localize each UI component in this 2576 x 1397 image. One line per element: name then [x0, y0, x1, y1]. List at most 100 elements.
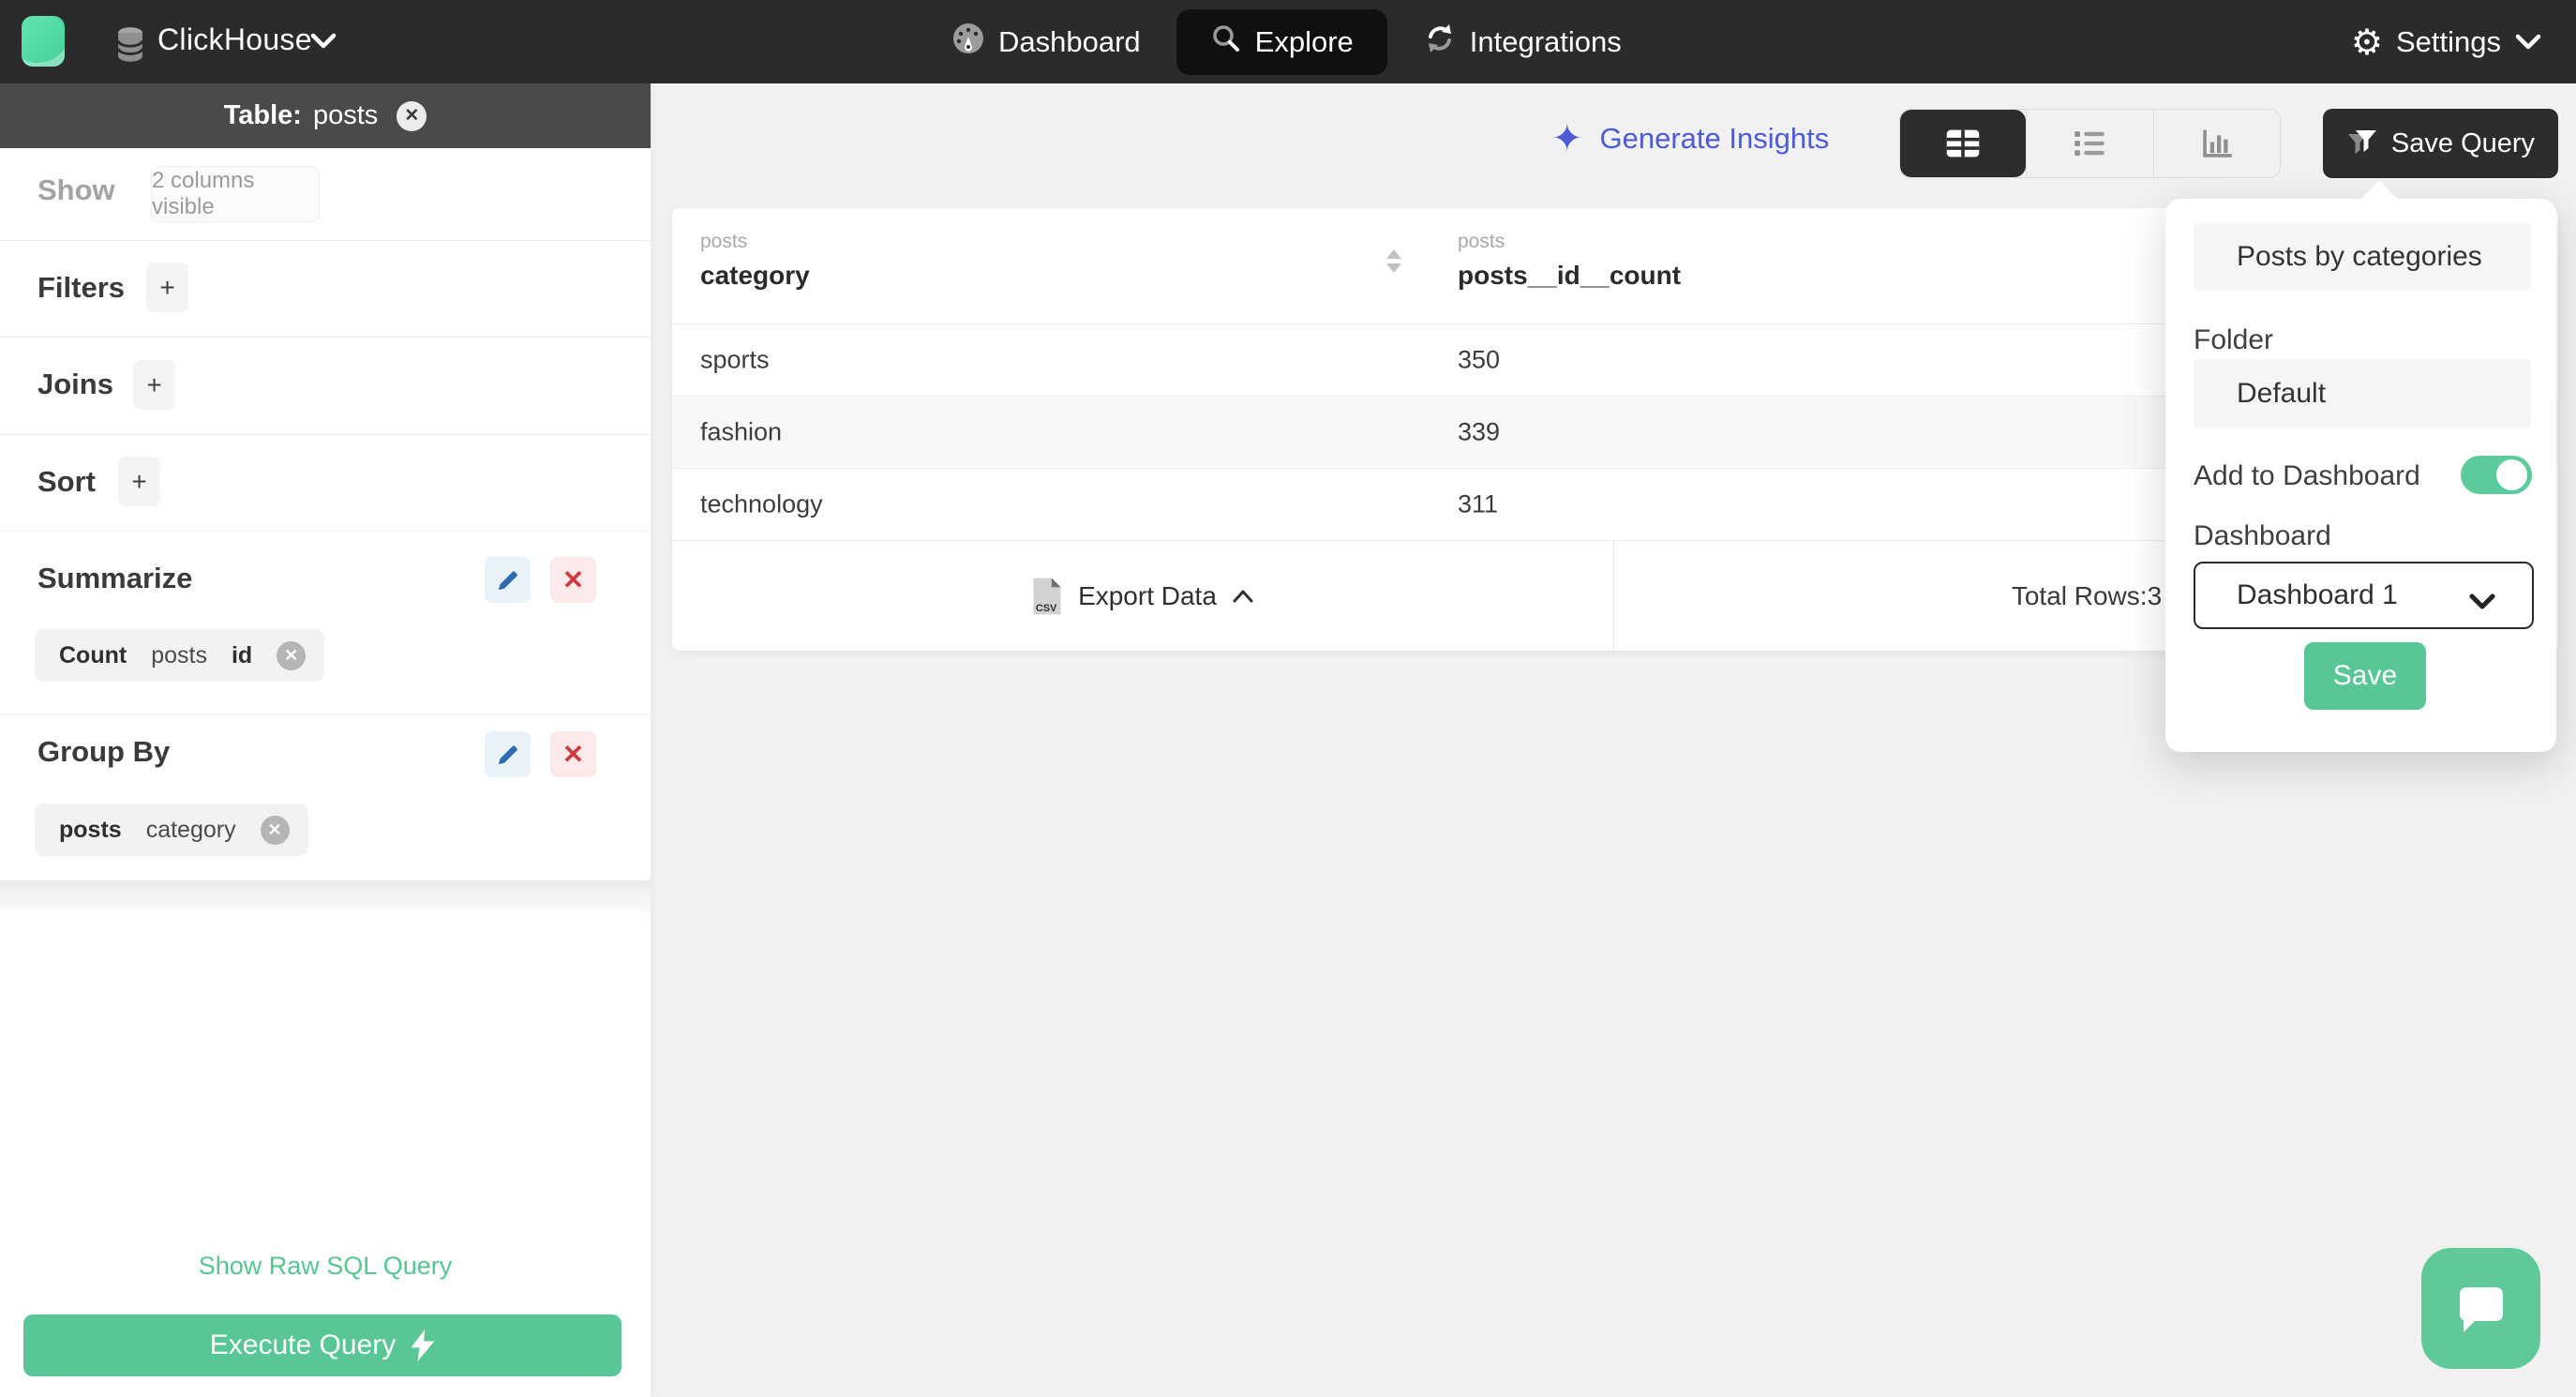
- query-builder-sidebar: Table: posts ✕ Show 2 columns visible Fi…: [0, 83, 651, 1397]
- chart-view-button[interactable]: [2152, 110, 2280, 177]
- columns-visible-chip[interactable]: 2 columns visible: [151, 166, 320, 222]
- chat-launcher-button[interactable]: [2421, 1248, 2540, 1369]
- sort-desc-icon: [1386, 263, 1401, 273]
- settings-menu[interactable]: ⚙ Settings: [2351, 0, 2542, 83]
- sparkle-icon: ✦: [1551, 117, 1583, 160]
- toggle-knob: [2496, 459, 2527, 490]
- divider: [0, 240, 651, 241]
- dashboard-select-value: Dashboard 1: [2237, 579, 2398, 610]
- divider: [0, 434, 651, 435]
- cell-count: 339: [1458, 417, 1501, 446]
- funnel-icon: [2347, 130, 2376, 154]
- generate-insights-link[interactable]: ✦ Generate Insights: [1551, 120, 1829, 158]
- gauge-icon: [951, 22, 985, 63]
- list-view-button[interactable]: [2026, 110, 2152, 177]
- sort-section-label: Sort: [37, 465, 96, 498]
- joins-section-label: Joins: [37, 368, 113, 400]
- add-to-dashboard-toggle[interactable]: [2461, 456, 2532, 494]
- chevron-up-icon: [1233, 590, 1253, 603]
- app-logo: [22, 16, 65, 67]
- save-query-button[interactable]: Save Query: [2323, 109, 2558, 178]
- column-name: posts__id__count: [1458, 261, 1682, 290]
- nav-label-explore: Explore: [1254, 24, 1354, 58]
- settings-label: Settings: [2395, 24, 2501, 58]
- filters-section-label: Filters: [37, 271, 126, 304]
- column-header-category[interactable]: posts category: [700, 231, 810, 291]
- divider: [0, 337, 651, 338]
- add-filter-button[interactable]: +: [146, 263, 188, 312]
- panel-shadow: [0, 880, 651, 920]
- total-rows-value: 3: [2147, 581, 2163, 610]
- nav-label-dashboard: Dashboard: [998, 24, 1141, 58]
- query-name-input[interactable]: [2194, 223, 2531, 291]
- summarize-table: posts: [151, 641, 207, 668]
- summarize-section-label: Summarize: [37, 562, 193, 594]
- column-header-count[interactable]: posts posts__id__count: [1458, 231, 1681, 291]
- column-group: posts: [700, 231, 748, 252]
- sort-arrows-icon[interactable]: [1386, 249, 1401, 273]
- remove-table-button[interactable]: ✕: [397, 100, 427, 131]
- save-query-popover: Folder Add to Dashboard Dashboard Dashbo…: [2165, 180, 2556, 752]
- execute-query-label: Execute Query: [209, 1329, 397, 1360]
- popover-save-button[interactable]: Save: [2304, 642, 2426, 710]
- group-by-section-label: Group By: [37, 735, 171, 768]
- pencil-icon: [498, 570, 517, 590]
- edit-summarize-button[interactable]: [485, 557, 531, 603]
- export-data-label: Export Data: [1078, 581, 1217, 610]
- bar-chart-icon: [2203, 129, 2232, 158]
- summarize-agg: Count: [59, 641, 127, 668]
- divider: [0, 531, 651, 532]
- execute-query-button[interactable]: Execute Query: [23, 1314, 622, 1376]
- dashboard-select[interactable]: Dashboard 1: [2194, 562, 2534, 629]
- summarize-column: id: [231, 641, 253, 668]
- table-name: posts: [312, 100, 379, 130]
- edit-group-by-button[interactable]: [485, 731, 531, 777]
- view-toggle-group: [1899, 109, 2281, 178]
- search-icon: [1210, 23, 1242, 62]
- cell-count: 350: [1458, 345, 1501, 374]
- add-to-dashboard-label: Add to Dashboard: [2194, 460, 2420, 491]
- add-join-button[interactable]: +: [133, 360, 175, 410]
- group-by-table: posts: [59, 816, 122, 843]
- list-view-icon: [2074, 131, 2105, 156]
- export-data-button[interactable]: CSV Export Data: [672, 541, 1614, 652]
- refresh-icon: [1423, 22, 1457, 63]
- workspace-switcher[interactable]: ClickHouse: [157, 23, 312, 57]
- selected-table-bar: Table: posts ✕: [0, 83, 651, 148]
- svg-text:CSV: CSV: [1036, 603, 1057, 614]
- column-group: posts: [1458, 231, 1505, 252]
- cell-category: fashion: [700, 417, 783, 446]
- show-raw-sql-link[interactable]: Show Raw SQL Query: [0, 1252, 651, 1281]
- nav-item-dashboard[interactable]: Dashboard: [951, 22, 1141, 63]
- app-screen: ClickHouse Dashboard Explore Integration…: [0, 0, 2576, 1397]
- remove-summarize-button[interactable]: ✕: [550, 557, 596, 603]
- popover-arrow: [2358, 180, 2401, 223]
- remove-group-by-chip-button[interactable]: ✕: [260, 815, 290, 845]
- table-view-button[interactable]: [1900, 110, 2027, 177]
- save-query-label: Save Query: [2390, 128, 2536, 158]
- add-sort-button[interactable]: +: [118, 457, 160, 506]
- main-nav: Dashboard Explore Integrations: [951, 0, 1622, 83]
- cell-category: sports: [700, 345, 770, 374]
- group-by-column: category: [145, 816, 236, 843]
- generate-insights-label: Generate Insights: [1599, 122, 1830, 155]
- chevron-down-icon: [309, 32, 337, 55]
- database-icon: [114, 26, 146, 68]
- dashboard-label: Dashboard: [2194, 520, 2331, 551]
- gear-icon: ⚙: [2350, 21, 2383, 63]
- folder-label: Folder: [2194, 324, 2274, 355]
- nav-item-integrations[interactable]: Integrations: [1423, 22, 1622, 63]
- top-nav: ClickHouse Dashboard Explore Integration…: [0, 0, 2576, 83]
- group-by-chip: posts category ✕: [35, 804, 308, 856]
- column-name: category: [700, 261, 810, 290]
- chevron-down-icon: [2468, 588, 2496, 620]
- nav-item-explore[interactable]: Explore: [1176, 8, 1387, 75]
- nav-label-integrations: Integrations: [1469, 24, 1622, 58]
- remove-summarize-chip-button[interactable]: ✕: [277, 640, 307, 670]
- sort-asc-icon: [1386, 249, 1401, 259]
- table-label: Table:: [223, 100, 302, 130]
- remove-group-by-button[interactable]: ✕: [550, 731, 596, 777]
- folder-input[interactable]: [2194, 359, 2531, 428]
- csv-file-icon: CSV: [1033, 578, 1061, 615]
- summarize-chip: Count posts id ✕: [35, 629, 325, 682]
